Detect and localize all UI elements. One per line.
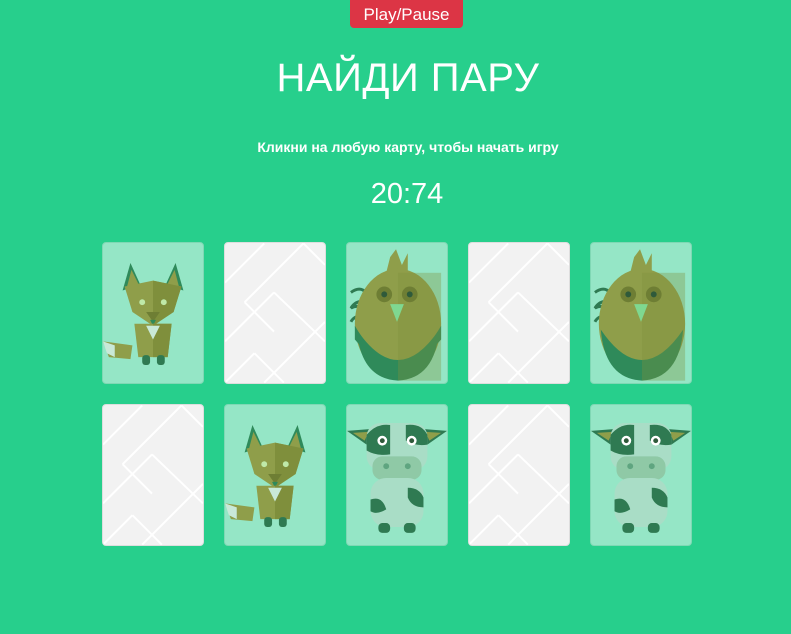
game-page: Play/Pause НАЙДИ ПАРУ Кликни на любую ка… bbox=[0, 0, 791, 634]
card-face-down[interactable] bbox=[102, 404, 204, 546]
card-cow[interactable] bbox=[590, 404, 692, 546]
card-face-down[interactable] bbox=[468, 404, 570, 546]
fox-icon bbox=[103, 263, 184, 365]
card-cow[interactable] bbox=[346, 404, 448, 546]
card-face-down[interactable] bbox=[224, 242, 326, 384]
card-fox[interactable] bbox=[224, 404, 326, 546]
timer-display: 20:74 bbox=[370, 178, 444, 210]
fox-icon bbox=[225, 425, 306, 527]
card-rooster[interactable] bbox=[346, 242, 448, 384]
card-board bbox=[102, 242, 692, 546]
card-back-pattern-icon bbox=[225, 243, 325, 383]
instruction-text: Кликни на любую карту, чтобы начать игру bbox=[257, 139, 559, 155]
card-back-pattern-icon bbox=[103, 405, 203, 545]
rooster-icon bbox=[593, 249, 686, 381]
card-back-pattern-icon bbox=[469, 405, 569, 545]
cow-icon bbox=[347, 423, 447, 533]
cow-icon bbox=[591, 423, 691, 533]
card-fox[interactable] bbox=[102, 242, 204, 384]
card-back-pattern-icon bbox=[469, 243, 569, 383]
rooster-icon bbox=[349, 249, 442, 381]
card-rooster[interactable] bbox=[590, 242, 692, 384]
card-face-down[interactable] bbox=[468, 242, 570, 384]
game-title: НАЙДИ ПАРУ bbox=[276, 56, 540, 100]
play-pause-button[interactable]: Play/Pause bbox=[350, 0, 463, 28]
